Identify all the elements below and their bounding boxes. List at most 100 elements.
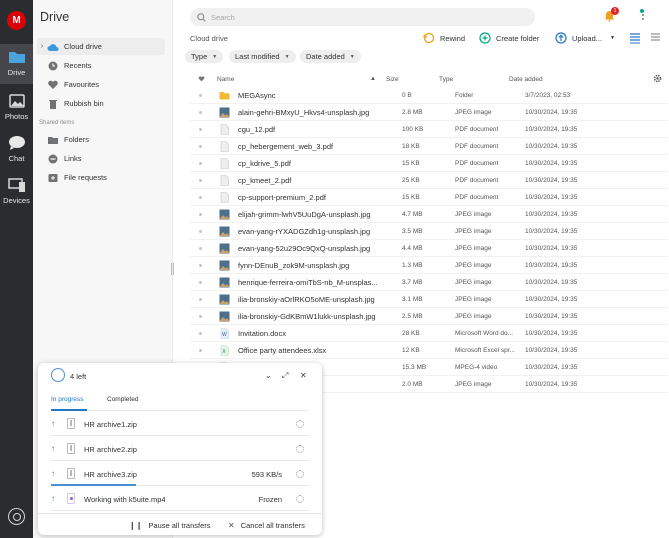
table-row[interactable]: X Office party attendees.xlsx 12 KB Microso…: [190, 342, 668, 359]
favourite-dot-icon[interactable]: [199, 264, 202, 267]
favourite-dot-icon[interactable]: [199, 179, 202, 182]
favourite-dot-icon[interactable]: [199, 196, 202, 199]
sidebar-item-folders[interactable]: Folders: [37, 131, 165, 148]
table-row[interactable]: cp-support-premium_2.pdf 15 KB PDF documen…: [190, 189, 668, 206]
cloud-icon: [47, 43, 59, 51]
sidebar-item-file-requests[interactable]: File requests: [37, 169, 165, 186]
grid-view-icon[interactable]: [650, 32, 661, 43]
file-name: evan-yang-52u29Oc9QxQ-unsplash.jpg: [238, 244, 371, 253]
close-icon[interactable]: ✕: [300, 371, 307, 380]
table-row[interactable]: W Invitation.docx 28 KB Microsoft Word do..…: [190, 325, 668, 342]
file-size: 2.8 MB: [402, 109, 423, 116]
favourite-dot-icon[interactable]: [199, 332, 202, 335]
file-type: JPEG image: [455, 262, 492, 269]
sidebar-item-links[interactable]: Links: [37, 150, 165, 167]
tab-in-progress[interactable]: In progress: [51, 396, 84, 403]
zip-file-icon: [67, 443, 75, 454]
transfer-item[interactable]: ↑ Working with k5uite.mp4 Frozen: [38, 488, 322, 513]
favourite-dot-icon[interactable]: [199, 213, 202, 216]
create-folder-button[interactable]: Create folder: [479, 30, 539, 46]
list-view-icon[interactable]: [629, 32, 641, 44]
table-row[interactable]: cgu_12.pdf 100 KB PDF document 10/30/2024, …: [190, 121, 668, 138]
rail-item-chat[interactable]: Chat: [0, 130, 33, 170]
table-row[interactable]: evan-yang-rYXADGZdh1g-unsplash.jpg 3.5 MB…: [190, 223, 668, 240]
create-folder-label: Create folder: [496, 33, 540, 43]
collapse-chevron-icon[interactable]: ⌄: [265, 371, 272, 380]
table-row[interactable]: ilia-bronskiy-aOrlRKO5oME-unsplash.jpg 3.…: [190, 291, 668, 308]
favourite-dot-icon[interactable]: [199, 111, 202, 114]
table-row[interactable]: cp_hebergement_web_3.pdf 18 KB PDF documen…: [190, 138, 668, 155]
favourite-dot-icon[interactable]: [199, 298, 202, 301]
mega-logo[interactable]: M: [7, 11, 26, 30]
gear-icon[interactable]: [653, 74, 662, 83]
file-type: PDF document: [455, 194, 499, 201]
favourite-dot-icon[interactable]: [199, 94, 202, 97]
file-size: 3.7 MB: [402, 279, 423, 286]
file-name: cp_kdrive_5.pdf: [238, 159, 291, 168]
transfer-item[interactable]: ↑ HR archive1.zip: [38, 413, 322, 438]
favourite-dot-icon[interactable]: [199, 349, 202, 352]
favourite-dot-icon[interactable]: [199, 145, 202, 148]
favourite-dot-icon[interactable]: [199, 230, 202, 233]
table-row[interactable]: henrique-ferreira-omiTbS-nb_M-unsplas...…: [190, 274, 668, 291]
table-row[interactable]: elijah-grimm-lwhV5UuDgA-unsplash.jpg 4.7 …: [190, 206, 668, 223]
file-date-added: 10/30/2024, 19:35: [525, 262, 578, 269]
filter-date-added[interactable]: Date added ▼: [300, 50, 361, 63]
transfer-item[interactable]: ↑ HR archive3.zip 593 KB/s: [38, 463, 322, 488]
chevron-right-icon[interactable]: ›: [37, 43, 47, 50]
heart-column-icon[interactable]: [198, 76, 205, 82]
file-type: PDF document: [455, 160, 499, 167]
table-row[interactable]: fynn-DEnuB_zok9M-unsplash.jpg 1.3 MB JPEG …: [190, 257, 668, 274]
breadcrumb[interactable]: Cloud drive: [190, 34, 228, 43]
column-name[interactable]: Name: [217, 76, 234, 83]
chevron-down-icon: ▼: [349, 53, 355, 60]
favourite-dot-icon[interactable]: [199, 128, 202, 131]
sidebar-item-rubbish-bin[interactable]: Rubbish bin: [37, 95, 165, 112]
file-date-added: 10/30/2024, 19:35: [525, 347, 578, 354]
favourite-dot-icon[interactable]: [199, 315, 202, 318]
file-name: cp_kmeet_2.pdf: [238, 176, 292, 185]
favourite-dot-icon[interactable]: [199, 247, 202, 250]
filter-type[interactable]: Type ▼: [185, 50, 224, 63]
table-row[interactable]: cp_kmeet_2.pdf 25 KB PDF document 10/30/202…: [190, 172, 668, 189]
sidebar-item-label: Links: [64, 154, 82, 163]
sidebar-item-cloud-drive[interactable]: › Cloud drive: [37, 38, 165, 55]
file-size: 3.5 MB: [402, 228, 423, 235]
file-type: MPEG-4 video: [455, 364, 498, 371]
rail-item-devices[interactable]: Devices: [0, 172, 33, 212]
tab-completed[interactable]: Completed: [107, 396, 138, 403]
more-menu-icon[interactable]: [640, 10, 646, 20]
column-size[interactable]: Size: [386, 76, 399, 83]
sort-ascending-icon[interactable]: ▲: [370, 76, 376, 82]
sidebar-item-recents[interactable]: Recents: [37, 57, 165, 74]
help-icon[interactable]: [8, 508, 25, 525]
column-date-added[interactable]: Date added: [509, 76, 543, 83]
svg-text:W: W: [222, 332, 227, 338]
search-input[interactable]: [211, 12, 511, 22]
rewind-icon: [423, 32, 435, 44]
pause-all-label: Pause all transfers: [148, 521, 211, 530]
column-type[interactable]: Type: [439, 76, 453, 83]
pause-all-button[interactable]: ❙❙ Pause all transfers: [129, 521, 211, 530]
pdf-file-icon: [219, 124, 230, 135]
favourite-dot-icon[interactable]: [199, 281, 202, 284]
expand-window-icon[interactable]: ⤢: [282, 371, 288, 381]
rewind-button[interactable]: Rewind: [423, 30, 465, 46]
rail-item-drive[interactable]: Drive: [0, 44, 33, 84]
file-type: JPEG image: [455, 313, 492, 320]
table-row[interactable]: cp_kdrive_5.pdf 15 KB PDF document 10/30/20…: [190, 155, 668, 172]
table-row[interactable]: MEGAsync 0 B Folder 3/7/2023, 02:53: [190, 87, 668, 104]
table-row[interactable]: evan-yang-52u29Oc9QxQ-unsplash.jpg 4.4 MB…: [190, 240, 668, 257]
cancel-all-button[interactable]: ✕ Cancel all transfers: [228, 521, 305, 530]
table-row[interactable]: alain-gehri-BMxyU_Hkvs4-unsplash.jpg 2.8 …: [190, 104, 668, 121]
search-bar[interactable]: [190, 8, 535, 26]
transfer-item[interactable]: ↑ HR archive2.zip: [38, 438, 322, 463]
upload-button[interactable]: Upload... ▼: [555, 30, 615, 46]
table-row[interactable]: ilia-bronskiy-GdKBmW1lukk-unsplash.jpg 2.…: [190, 308, 668, 325]
favourite-dot-icon[interactable]: [199, 162, 202, 165]
sidebar-item-favourites[interactable]: Favourites: [37, 76, 165, 93]
image-file-icon: [219, 226, 230, 237]
rail-item-photos[interactable]: Photos: [0, 88, 33, 128]
filter-last-modified[interactable]: Last modified ▼: [229, 50, 296, 63]
transfer-file-name: Working with k5uite.mp4: [84, 495, 166, 504]
